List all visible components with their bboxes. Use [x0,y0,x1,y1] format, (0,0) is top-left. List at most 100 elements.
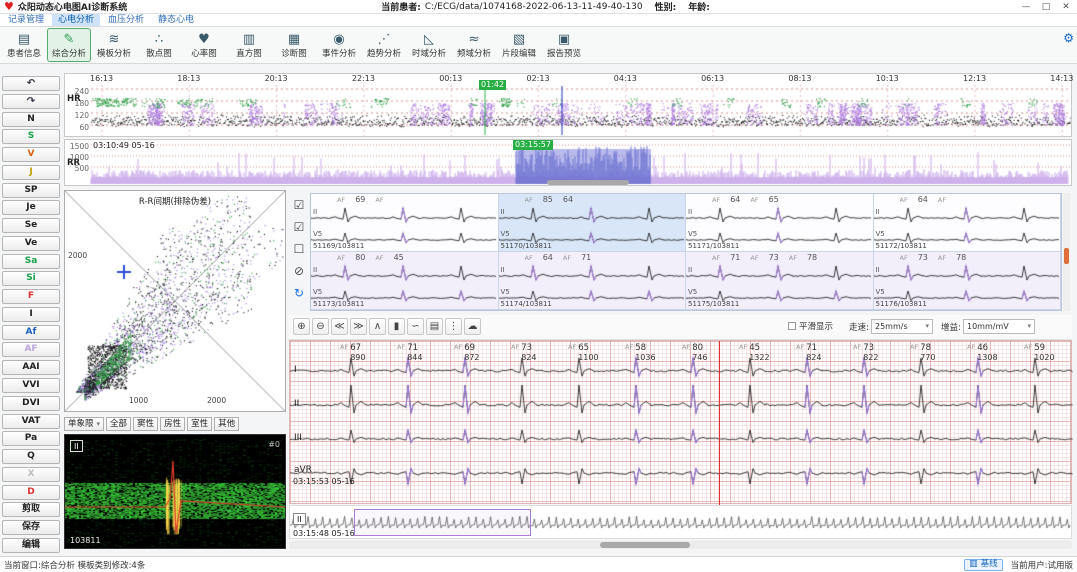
rhythm-selection[interactable] [354,509,531,536]
template-cell[interactable]: AF71AF73AF78IIV551175/103811 [686,252,874,310]
toolbar-button-fragment-edit[interactable]: ▧片段编辑 [497,28,541,62]
scatter-filter-atrial-button[interactable]: 房性 [160,417,185,431]
ecg-main-strip[interactable]: AF67890AF71844AF69872AF73824AF651100AF58… [289,340,1072,504]
hr-trend-chart[interactable] [65,85,1071,137]
toolbar-button-heart-rate-chart[interactable]: ♥心率图 [182,28,226,62]
gain-select[interactable]: 10mm/mV ▾ [963,319,1035,334]
toolbar-button-comprehensive-analysis[interactable]: ✎综合分析 [47,28,91,62]
template-cell[interactable]: AF80AF45IIV551173/103811 [311,252,499,310]
rr-scatter-chart[interactable] [65,191,285,411]
template-scrollbar-thumb[interactable] [1064,248,1069,264]
sidebar-beat-Ve[interactable]: Ve [2,236,60,251]
sidebar-beat-D[interactable]: D [2,485,60,500]
waterfall-chart[interactable] [65,435,285,548]
minimize-button[interactable]: — [1019,2,1033,12]
marker-icon[interactable]: ▮ [388,318,405,335]
select-page-checkbox[interactable]: ☑ [294,220,305,234]
tab-record-management[interactable]: 记录管理 [2,14,50,26]
zoom-out-icon[interactable]: ⊖ [312,318,329,335]
template-cell[interactable]: AF64AFIIV551172/103811 [874,194,1062,252]
sidebar-beat-Je[interactable]: Je [2,200,60,215]
sidebar-save-button[interactable]: 保存 [2,520,60,535]
template-cell[interactable]: AF64AF65IIV551171/103811 [686,194,874,252]
page-prev-icon[interactable]: ≪ [331,318,348,335]
sidebar-cut-button[interactable]: 剪取 [2,502,60,517]
sidebar-beat-Pa[interactable]: Pa [2,431,60,446]
ecg-cursor-line[interactable] [719,341,720,505]
toolbar-button-patient-info[interactable]: ▤患者信息 [2,28,46,62]
app-title: 众阳动态心电图AI诊断系统 [18,0,127,13]
maximize-button[interactable]: □ [1039,2,1053,12]
sidebar-redo-button[interactable]: ↷ [2,94,60,109]
speed-select[interactable]: 25mm/s ▾ [871,319,933,334]
sidebar-beat-Sa[interactable]: Sa [2,254,60,269]
template-annotation: 78 [956,253,966,262]
beat-values: 80746 [692,343,707,362]
caliper-icon[interactable]: ∧ [369,318,386,335]
sidebar-beat-VAT[interactable]: VAT [2,414,60,429]
smooth-display-checkbox[interactable]: 平滑显示 [788,320,833,332]
tab-bp-analysis[interactable]: 血压分析 [102,14,150,26]
sidebar-beat-F[interactable]: F [2,289,60,304]
sidebar-beat-S[interactable]: S [2,129,60,144]
cloud-upload-icon[interactable]: ☁ [464,318,481,335]
sidebar-beat-AF[interactable]: AF [2,342,60,357]
zoom-in-icon[interactable]: ⊕ [293,318,310,335]
template-cell[interactable]: AF73AF78IIV551176/103811 [874,252,1062,310]
scatter-filter-all-button[interactable]: 全部 [106,417,131,431]
sidebar-beat-X[interactable]: X [2,467,60,482]
toolbar-button-time-domain-analysis[interactable]: ◺时域分析 [407,28,451,62]
rr-horizontal-scrollbar[interactable] [547,180,629,185]
refresh-icon[interactable]: ↻ [294,286,304,300]
rr-event-badge[interactable]: 03:15:57 [513,140,553,150]
toolbar-button-scatter-plot[interactable]: ∴散点图 [137,28,181,62]
close-button[interactable]: ✕ [1059,2,1073,12]
hr-event-badge[interactable]: 01:42 [479,80,506,90]
toolbar-button-event-analysis[interactable]: ◉事件分析 [317,28,361,62]
sidebar-beat-VVI[interactable]: VVI [2,378,60,393]
toolbar-button-histogram[interactable]: ▥直方图 [227,28,271,62]
toolbar-button-diagnosis-chart[interactable]: ▦诊断图 [272,28,316,62]
baseline-button[interactable]: ▥ 基线 [964,559,1003,571]
page-next-icon[interactable]: ≫ [350,318,367,335]
sidebar-beat-Af[interactable]: Af [2,325,60,340]
tab-ecg-analysis[interactable]: 心电分析 [52,14,100,26]
settings-gear-icon[interactable]: ⚙ [1063,31,1074,45]
select-all-checkbox[interactable]: ☑ [294,198,305,212]
scatter-filter-other-button[interactable]: 其他 [214,417,239,431]
toolbar-button-report-preview[interactable]: ▣报告预览 [542,28,586,62]
sidebar-edit-button[interactable]: 编辑 [2,538,60,553]
template-wave [499,262,685,308]
scatter-filter-sinus-button[interactable]: 窦性 [133,417,158,431]
toolbar-button-frequency-domain-analysis[interactable]: ≈频域分析 [452,28,496,62]
toolbar-button-trend-analysis[interactable]: ⋰趋势分析 [362,28,406,62]
exclude-icon[interactable]: ⊘ [294,264,304,278]
template-cell[interactable]: AF8564IIV551170/103811 [499,194,687,252]
more-options-icon[interactable]: ⋮ [445,318,462,335]
template-vertical-scrollbar[interactable] [1063,193,1070,311]
sidebar-beat-AAI[interactable]: AAI [2,360,60,375]
sidebar-beat-Q[interactable]: Q [2,449,60,464]
sidebar-beat-J[interactable]: J [2,165,60,180]
sidebar-beat-SP[interactable]: SP [2,183,60,198]
tab-static-ecg[interactable]: 静态心电 [152,14,200,26]
sidebar-beat-V[interactable]: V [2,147,60,162]
timeline-tick: 12:13 [963,74,986,83]
template-cell[interactable]: AF64AF71IIV551174/103811 [499,252,687,310]
edit-template-checkbox[interactable]: ☐ [294,242,305,256]
sidebar-undo-button[interactable]: ↶ [2,76,60,91]
baseline-wave-icon[interactable]: ∽ [407,318,424,335]
ecg-horizontal-scrollbar[interactable] [289,541,1072,549]
ecg-scrollbar-thumb[interactable] [600,542,690,548]
save-strip-icon[interactable]: ▤ [426,318,443,335]
scatter-filter-ventricular-button[interactable]: 室性 [187,417,212,431]
sidebar-beat-DVI[interactable]: DVI [2,396,60,411]
sidebar-beat-I[interactable]: I [2,307,60,322]
scatter-quadrant-mode-button[interactable]: 单象限▾ [64,417,104,431]
sidebar-beat-Si[interactable]: Si [2,271,60,286]
template-cell[interactable]: AF69AFIIV551169/103811 [311,194,499,252]
toolbar-button-template-analysis[interactable]: ≋模板分析 [92,28,136,62]
rhythm-strip[interactable]: II 03:15:48 05-16 [289,505,1072,539]
sidebar-beat-N[interactable]: N [2,112,60,127]
sidebar-beat-Se[interactable]: Se [2,218,60,233]
